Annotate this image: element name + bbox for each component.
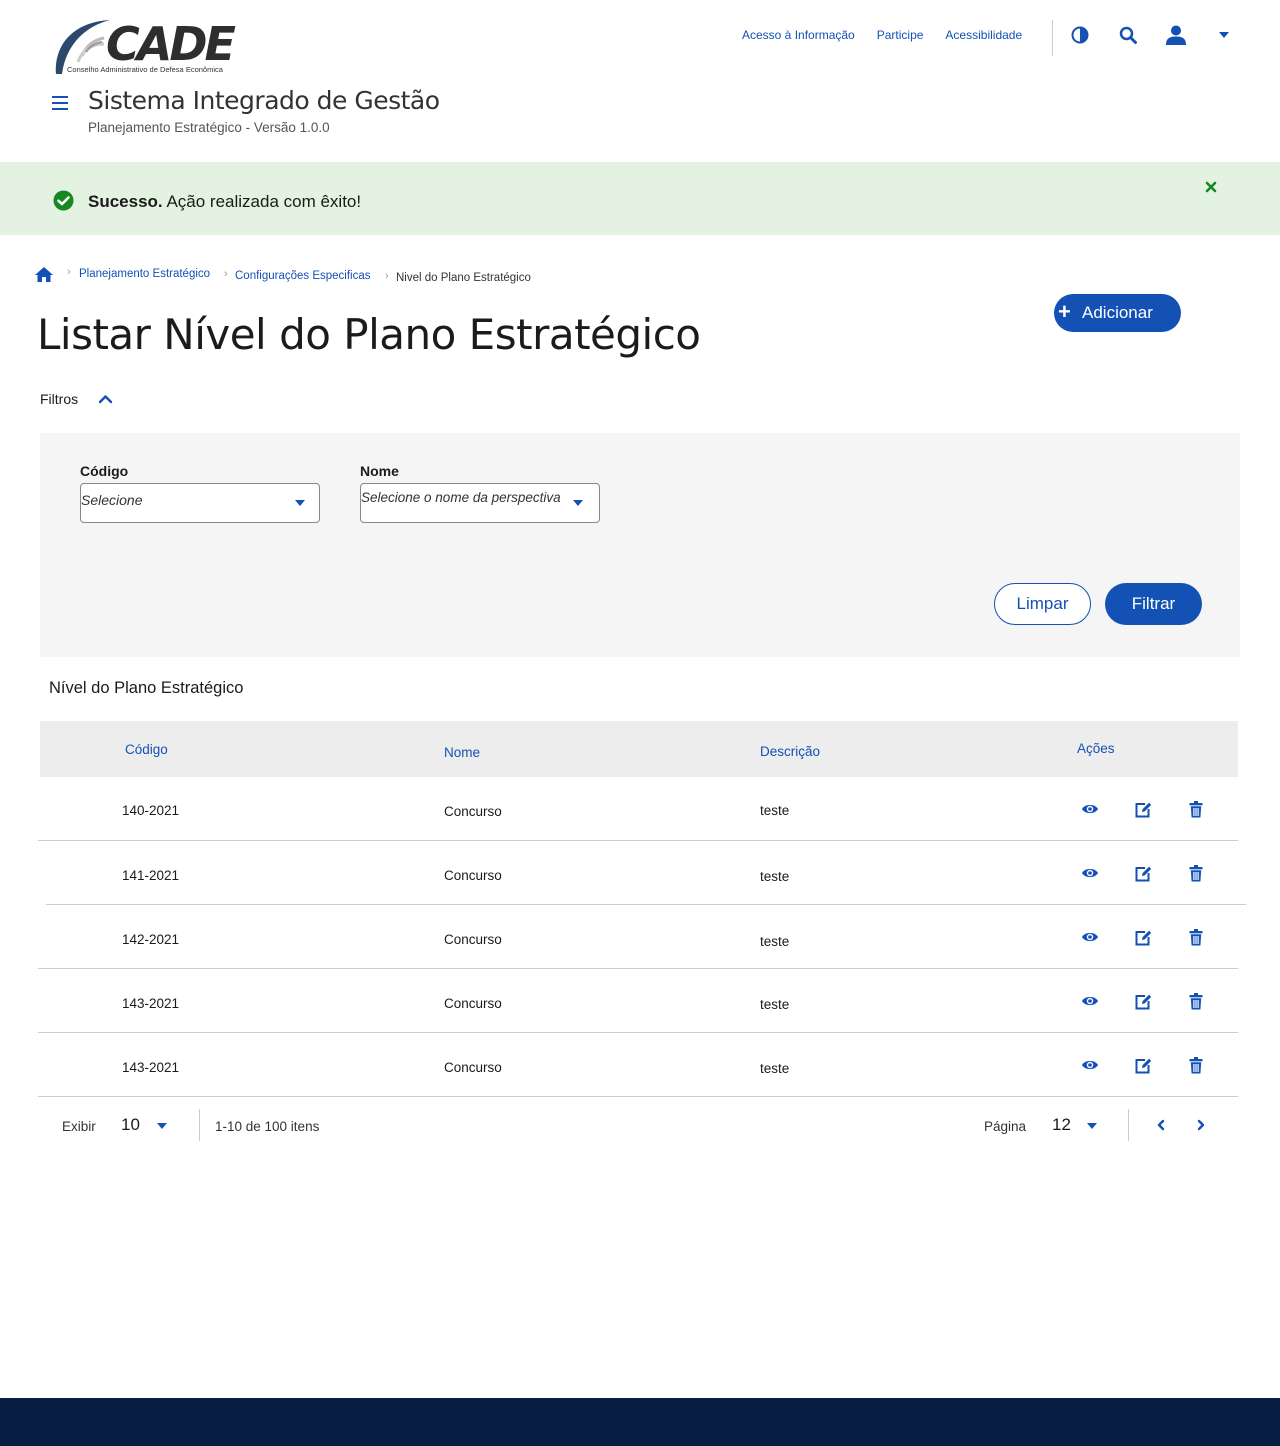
cell-nome: Concurso [444, 932, 502, 947]
filter-panel: Código Selecione Nome Selecione o nome d… [40, 433, 1240, 657]
page-title: Listar Nível do Plano Estratégico [37, 310, 701, 359]
table-title: Nível do Plano Estratégico [49, 679, 244, 697]
page-label: Página [984, 1119, 1027, 1134]
trash-icon[interactable] [1185, 926, 1207, 948]
filters-toggle[interactable]: Filtros [40, 391, 78, 407]
header-divider [1052, 20, 1053, 56]
breadcrumb-configuracoes[interactable]: Configurações Especificas [235, 270, 371, 282]
chevron-left-icon[interactable] [1155, 1119, 1167, 1131]
caret-down-icon [573, 500, 583, 506]
cell-descricao: teste [760, 869, 790, 884]
page-size-dropdown-icon[interactable] [157, 1123, 167, 1129]
trash-icon[interactable] [1185, 990, 1207, 1012]
cell-descricao: teste [760, 803, 790, 818]
trash-icon[interactable] [1185, 798, 1207, 820]
eye-icon[interactable] [1079, 926, 1101, 948]
top-links: Acesso à Informação Participe Acessibili… [742, 28, 1022, 42]
table-row: 143-2021 Concurso teste [38, 969, 1238, 1033]
breadcrumb-separator: › [67, 266, 71, 278]
edit-icon[interactable] [1132, 862, 1154, 884]
logo-subtitle: Conselho Administrativo de Defesa Econôm… [67, 65, 223, 74]
cell-codigo: 140-2021 [122, 803, 180, 818]
logo-text: CADE [106, 17, 236, 71]
edit-icon[interactable] [1132, 798, 1154, 820]
codigo-label: Código [80, 463, 129, 479]
eye-icon[interactable] [1079, 862, 1101, 884]
codigo-select[interactable]: Selecione [80, 483, 320, 523]
alert-message: Sucesso. Ação realizada com êxito! [88, 192, 361, 212]
table-row: 142-2021 Concurso teste [38, 905, 1238, 969]
system-title: Sistema Integrado de Gestão [88, 86, 440, 115]
clear-button[interactable]: Limpar [994, 583, 1091, 625]
hamburger-menu-icon[interactable] [52, 96, 68, 110]
cell-codigo: 143-2021 [122, 996, 180, 1011]
page-size-value[interactable]: 10 [121, 1115, 140, 1135]
success-alert: Sucesso. Ação realizada com êxito! [0, 162, 1280, 235]
system-subtitle: Planejamento Estratégico - Versão 1.0.0 [88, 120, 330, 135]
breadcrumb-separator: › [224, 268, 228, 280]
plus-icon: + [1058, 299, 1071, 324]
eye-icon[interactable] [1079, 798, 1101, 820]
cell-nome: Concurso [444, 1060, 502, 1075]
eye-icon[interactable] [1079, 990, 1101, 1012]
cell-codigo: 142-2021 [122, 932, 180, 947]
edit-icon[interactable] [1132, 926, 1154, 948]
trash-icon[interactable] [1185, 862, 1207, 884]
table-row: 143-2021 Concurso teste [38, 1033, 1238, 1097]
footer [0, 1398, 1280, 1446]
link-acesso-informacao[interactable]: Acesso à Informação [742, 28, 855, 42]
page-number[interactable]: 12 [1052, 1115, 1071, 1135]
cell-nome: Concurso [444, 868, 502, 883]
cell-codigo: 143-2021 [122, 1060, 180, 1075]
column-header-descricao[interactable]: Descrição [760, 744, 820, 759]
close-icon[interactable] [1204, 180, 1218, 194]
contrast-icon[interactable] [1069, 24, 1091, 46]
edit-icon[interactable] [1132, 990, 1154, 1012]
link-participe[interactable]: Participe [877, 28, 924, 42]
alert-title: Sucesso. [88, 192, 163, 211]
pagination-divider [1128, 1109, 1129, 1141]
items-range: 1-10 de 100 itens [215, 1119, 320, 1134]
codigo-select-value: Selecione [81, 492, 143, 508]
page-size-label: Exibir [62, 1119, 96, 1134]
cell-descricao: teste [760, 1061, 790, 1076]
trash-icon[interactable] [1185, 1054, 1207, 1076]
cell-nome: Concurso [444, 804, 502, 819]
page-number-dropdown-icon[interactable] [1087, 1123, 1097, 1129]
search-icon[interactable] [1117, 24, 1139, 46]
check-circle-icon [53, 190, 74, 211]
cell-descricao: teste [760, 934, 790, 949]
nome-select[interactable]: Selecione o nome da perspectiva [360, 483, 600, 523]
add-button[interactable]: + Adicionar [1054, 294, 1181, 332]
nome-label: Nome [360, 463, 399, 479]
user-icon[interactable] [1165, 24, 1187, 46]
caret-down-icon [295, 500, 305, 506]
chevron-down-icon[interactable] [1213, 24, 1235, 46]
edit-icon[interactable] [1132, 1054, 1154, 1076]
breadcrumb-separator: › [385, 270, 389, 282]
cade-logo[interactable]: CADE Conselho Administrativo de Defesa E… [52, 16, 242, 78]
column-header-codigo[interactable]: Código [125, 742, 168, 757]
home-icon[interactable] [34, 266, 54, 283]
breadcrumb-planejamento[interactable]: Planejamento Estratégico [79, 268, 210, 280]
table-row: 140-2021 Concurso teste [38, 777, 1238, 841]
cell-descricao: teste [760, 997, 790, 1012]
link-acessibilidade[interactable]: Acessibilidade [945, 28, 1022, 42]
cell-codigo: 141-2021 [122, 868, 180, 883]
filter-button[interactable]: Filtrar [1105, 583, 1202, 625]
column-header-nome[interactable]: Nome [444, 745, 480, 760]
nome-select-value: Selecione o nome da perspectiva [361, 490, 561, 505]
chevron-right-icon[interactable] [1195, 1119, 1207, 1131]
cell-nome: Concurso [444, 996, 502, 1011]
table-row: 141-2021 Concurso teste [46, 841, 1246, 905]
table-header: Código Nome Descrição Ações [40, 721, 1238, 777]
column-header-acoes: Ações [1077, 741, 1115, 756]
alert-text: Ação realizada com êxito! [166, 192, 362, 211]
chevron-up-icon[interactable] [98, 394, 113, 404]
add-button-label: Adicionar [1082, 303, 1153, 322]
pagination-divider [199, 1109, 200, 1141]
breadcrumb-current: Nivel do Plano Estratégico [396, 272, 531, 284]
eye-icon[interactable] [1079, 1054, 1101, 1076]
